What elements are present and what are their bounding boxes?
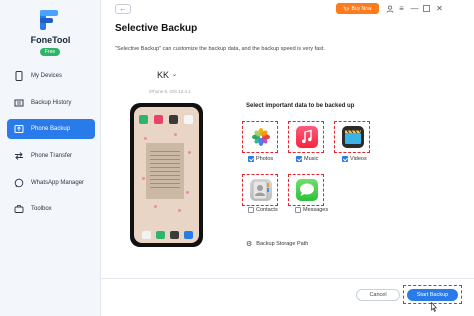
videos-label: Videos [350,156,367,162]
app-icon [169,115,178,124]
buy-now-label: Buy Now [351,5,372,12]
backup-storage-path-label: Backup Storage Path [256,241,309,247]
dock-app-icon [184,231,193,239]
close-icon[interactable]: ✕ [434,3,445,14]
start-backup-button[interactable]: Start Backup [407,289,458,301]
dock-app-icon [156,231,165,239]
sidebar-item-label: Phone Backup [31,126,71,132]
backup-storage-path-button[interactable]: ⚙ Backup Storage Path [246,240,308,248]
sidebar-item-label: Backup History [31,100,72,106]
menu-icon[interactable]: ≡ [396,3,407,14]
toolbox-icon [14,204,24,214]
sidebar: FoneTool Free My Devices Backup History … [0,0,101,316]
back-button[interactable]: ← [115,4,131,14]
chat-icon [14,178,24,188]
fonetool-logo-icon [40,10,58,30]
music-label: Music [304,156,319,162]
sidebar-item-toolbox[interactable]: Toolbox [7,199,95,219]
buy-now-button[interactable]: Buy Now [336,3,379,14]
dock-app-icon [142,231,151,239]
transfer-icon [14,151,24,161]
chevron-down-icon[interactable]: ⌄ [172,71,177,78]
device-selector[interactable]: KK [157,70,169,80]
mouse-cursor-icon [431,302,437,312]
app-name: FoneTool [30,35,71,45]
photos-checkbox[interactable] [248,156,254,162]
sidebar-item-label: WhatsApp Manager [31,180,85,186]
photos-tile[interactable] [242,121,278,153]
messages-checkbox[interactable] [295,207,301,213]
selection-title: Select important data to be backed up [246,103,355,109]
sidebar-item-phone-transfer[interactable]: Phone Transfer [7,146,95,166]
contacts-label: Contacts [256,207,278,213]
cancel-button[interactable]: Cancel [356,289,400,301]
videos-icon [342,126,364,148]
dock-app-icon [170,231,179,239]
user-icon[interactable] [384,3,395,14]
footer-divider [101,278,474,279]
wallpaper-note [146,143,184,199]
messages-label: Messages [303,207,329,213]
photos-icon [250,126,272,148]
music-checkbox[interactable] [296,156,302,162]
sidebar-item-my-devices[interactable]: My Devices [7,66,95,86]
messages-icon [296,179,318,201]
music-tile[interactable] [288,121,324,153]
messages-tile[interactable] [288,174,324,206]
contacts-checkbox[interactable] [248,207,254,213]
sidebar-item-label: Phone Transfer [31,153,73,159]
device-model: iPhone 6, iOS 12.4.1 [149,89,191,94]
sidebar-item-label: Toolbox [31,206,52,212]
phone-screen [134,107,199,243]
page-title: Selective Backup [115,23,198,34]
music-icon [296,126,318,148]
backup-icon [14,124,24,134]
minimize-icon[interactable]: — [409,3,420,14]
videos-tile[interactable] [334,121,370,153]
phone-icon [14,71,24,81]
cart-icon [343,6,350,10]
phone-illustration [130,103,203,247]
sidebar-item-phone-backup[interactable]: Phone Backup [7,119,95,139]
back-arrow-icon: ← [119,5,127,13]
sidebar-item-label: My Devices [31,73,63,79]
page-description: "Selective Backup" can customize the bac… [115,46,325,52]
gear-icon: ⚙ [246,241,253,248]
sidebar-item-backup-history[interactable]: Backup History [7,93,95,113]
videos-checkbox[interactable] [342,156,348,162]
maximize-icon[interactable] [421,3,432,14]
app-icon [184,115,193,124]
sidebar-item-whatsapp-manager[interactable]: WhatsApp Manager [7,173,95,193]
app-icon [154,115,163,124]
contacts-icon [250,179,272,201]
contacts-tile[interactable] [242,174,278,206]
photos-label: Photos [256,156,274,162]
app-icon [139,115,148,124]
edition-badge: Free [40,48,60,56]
history-icon [14,98,24,108]
